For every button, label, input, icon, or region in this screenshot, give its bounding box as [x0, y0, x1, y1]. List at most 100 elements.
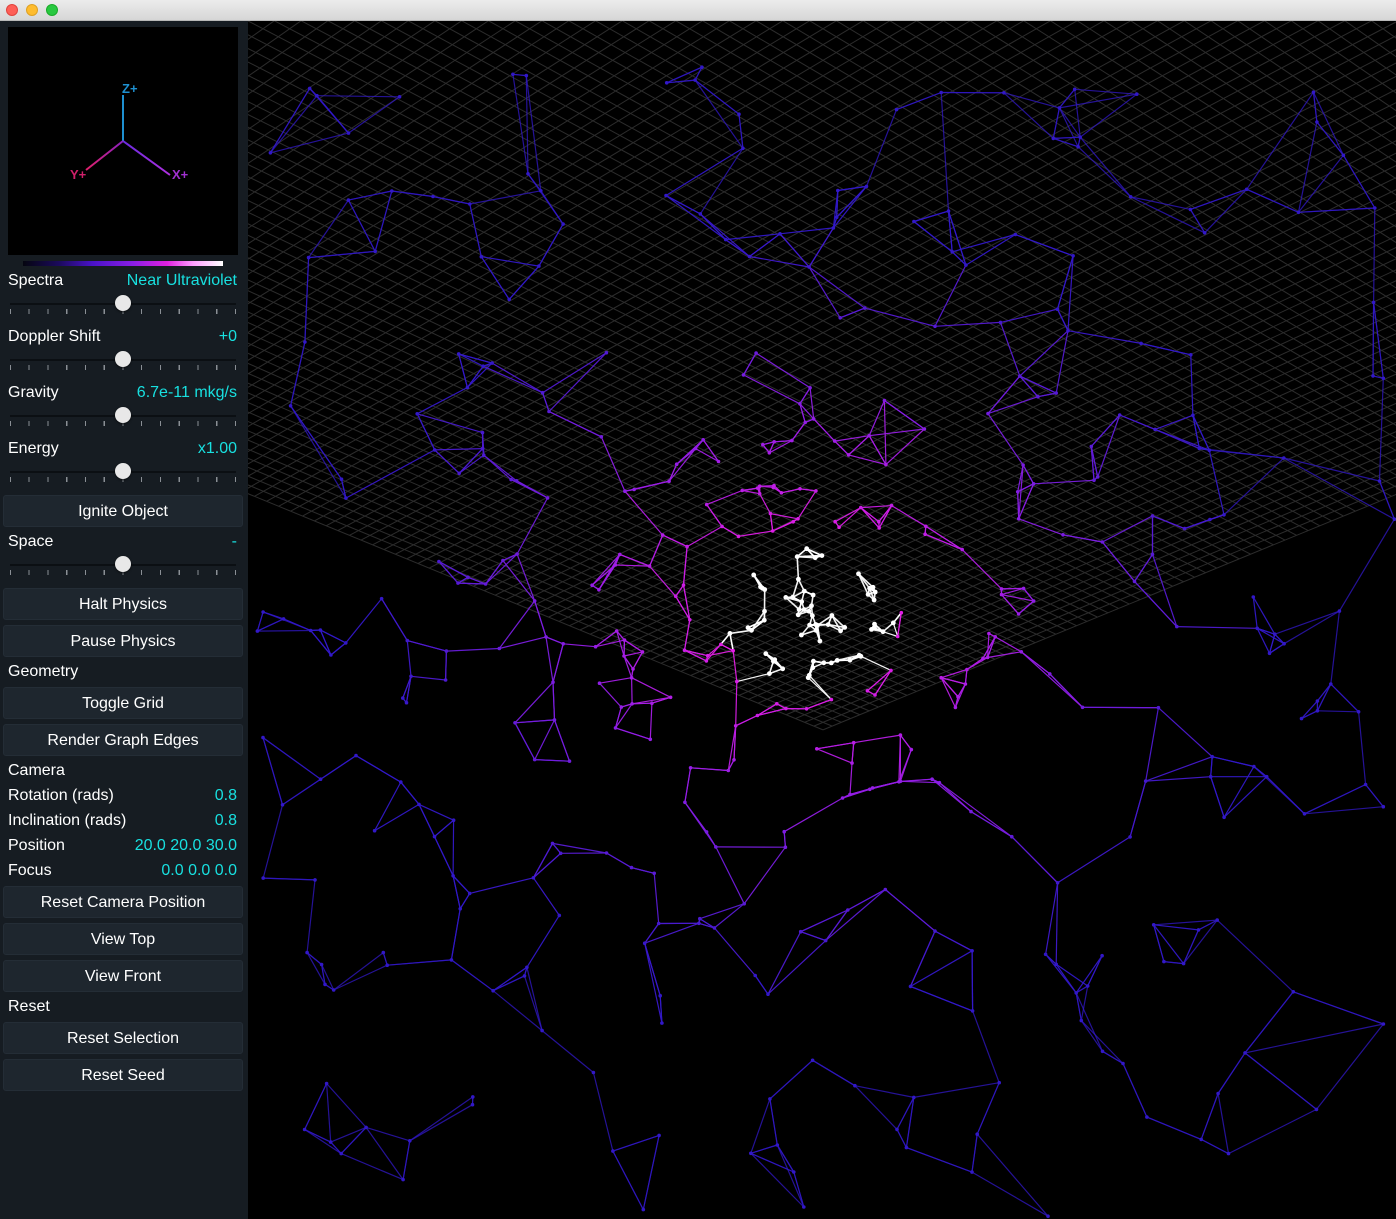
graph-node [753, 973, 757, 978]
render-graph-edges-button[interactable]: Render Graph Edges [3, 724, 243, 756]
graph-node [745, 625, 751, 631]
graph-node [846, 908, 850, 912]
graph-node [851, 740, 856, 745]
graph-edge [707, 650, 734, 657]
graph-edge [1244, 1052, 1317, 1110]
graph-edge [263, 877, 316, 881]
graph-node [1145, 1115, 1149, 1119]
graph-node [339, 1151, 343, 1156]
pause-physics-button[interactable]: Pause Physics [3, 625, 243, 657]
graph-edge [1365, 784, 1384, 808]
graph-edge [606, 852, 632, 869]
graph-edge [623, 640, 626, 657]
graph-node [631, 667, 635, 671]
slider-thumb[interactable] [115, 556, 131, 572]
graph-edge [900, 780, 940, 784]
graph-node [890, 620, 896, 626]
graph-edge [615, 703, 633, 729]
graph-node [480, 446, 485, 451]
reset-seed-button[interactable]: Reset Seed [3, 1059, 243, 1091]
graph-node [307, 86, 312, 91]
spectra-slider[interactable] [10, 293, 236, 315]
halt-physics-button[interactable]: Halt Physics [3, 588, 243, 620]
slider-thumb[interactable] [115, 407, 131, 423]
energy-slider[interactable] [10, 461, 236, 483]
minimize-window-button[interactable] [26, 4, 38, 16]
graph-scene-svg[interactable] [248, 21, 1396, 1219]
graph-edge [849, 788, 870, 795]
doppler-row: Doppler Shift +0 [8, 327, 237, 347]
graph-node [1315, 120, 1319, 124]
graph-node [1089, 444, 1094, 449]
graph-node [509, 477, 513, 482]
graph-edge [769, 513, 774, 532]
graph-edge [1153, 924, 1165, 962]
ignite-object-button[interactable]: Ignite Object [3, 495, 243, 527]
graph-node [685, 544, 689, 549]
graph-node [867, 433, 871, 438]
graph-node [792, 1170, 796, 1174]
graph-edge [553, 719, 571, 762]
doppler-slider[interactable] [10, 349, 236, 371]
graph-edge [1358, 711, 1367, 785]
graph-node [757, 484, 762, 489]
graph-edge [1217, 1052, 1246, 1094]
graph-node [622, 638, 627, 642]
graph-node [704, 830, 709, 834]
reset-selection-button[interactable]: Reset Selection [3, 1022, 243, 1054]
graph-node [658, 993, 662, 998]
graph-node [648, 737, 653, 742]
graph-node [1061, 533, 1065, 537]
graph-edge [1330, 611, 1340, 685]
slider-thumb[interactable] [115, 295, 131, 311]
graph-edge [320, 755, 357, 780]
graph-node [741, 146, 745, 151]
reset-camera-position-button[interactable]: Reset Camera Position [3, 886, 243, 918]
graph-node [1381, 1022, 1386, 1026]
graph-edge [1183, 919, 1218, 964]
close-window-button[interactable] [6, 4, 18, 16]
graph-node [716, 459, 721, 464]
graph-node [323, 982, 327, 987]
graph-node [1291, 990, 1296, 994]
graph-node [796, 517, 800, 521]
graph-node [1162, 959, 1166, 964]
graph-node [740, 488, 744, 493]
graph-edge [1130, 196, 1191, 210]
graph-node [668, 695, 673, 700]
control-sidebar: Z+ X+ Y+ Spectra Near Ultraviolet Dopple… [0, 21, 248, 1219]
graph-edge [1075, 992, 1082, 1021]
graph-node [872, 589, 878, 595]
graph-node [1188, 207, 1193, 212]
graph-node [682, 648, 687, 652]
slider-thumb[interactable] [115, 351, 131, 367]
graph-node [804, 707, 809, 711]
graph-node [811, 417, 816, 421]
graph-edge [452, 875, 461, 909]
view-top-button[interactable]: View Top [3, 923, 243, 955]
maximize-window-button[interactable] [46, 4, 58, 16]
graph-node [1031, 482, 1036, 486]
graph-node [1175, 624, 1179, 629]
graph-edge [849, 763, 853, 795]
graph-node [641, 1207, 646, 1212]
graph-node [834, 658, 840, 663]
toggle-grid-button[interactable]: Toggle Grid [3, 687, 243, 719]
graph-edge [632, 702, 652, 705]
space-slider[interactable] [10, 554, 236, 576]
graph-edge [970, 811, 1013, 838]
graph-viewport[interactable] [248, 21, 1396, 1219]
graph-edge [808, 266, 866, 309]
slider-thumb[interactable] [115, 463, 131, 479]
grid-line [494, 152, 1396, 596]
graph-node [497, 646, 502, 651]
graph-edge [459, 893, 471, 910]
graph-node [385, 963, 389, 967]
gravity-slider[interactable] [10, 405, 236, 427]
graph-edge [552, 682, 556, 720]
view-front-button[interactable]: View Front [3, 960, 243, 992]
graph-node [810, 613, 815, 619]
graph-node [865, 689, 870, 693]
graph-node [1222, 815, 1226, 820]
graph-node [762, 608, 767, 614]
